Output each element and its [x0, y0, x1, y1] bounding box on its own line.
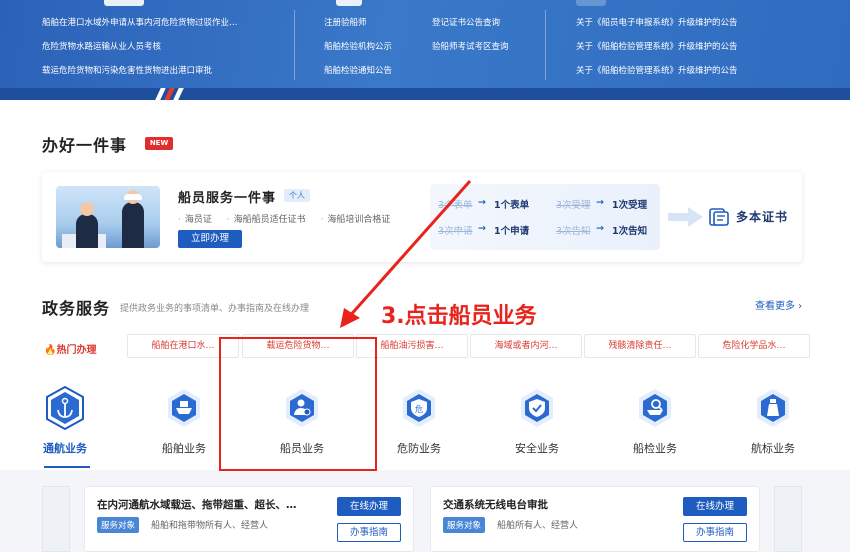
gov-service-subtitle: 提供政务业务的事项清单、办事指南及在线办理: [120, 304, 310, 314]
view-more-link[interactable]: 查看更多 ›: [755, 297, 802, 312]
online-handle-button[interactable]: 在线办理: [337, 497, 401, 516]
banner-link[interactable]: 关于《船舶检验管理系统》升级维护的公告: [576, 64, 738, 76]
banner-tab[interactable]: [576, 0, 606, 6]
certificate-item: 海员证: [178, 215, 212, 225]
certificate-icon: [709, 208, 729, 226]
personal-tag: 个人: [284, 189, 310, 202]
tab-label: 航标业务: [751, 442, 795, 455]
prev-arrow-button[interactable]: [42, 486, 70, 552]
tab-label: 船舶业务: [162, 442, 206, 455]
divider: [545, 10, 546, 80]
anchor-icon: [46, 386, 84, 430]
online-handle-button[interactable]: 在线办理: [683, 497, 747, 516]
banner-bottom-bar: [0, 88, 850, 100]
banner-link[interactable]: 关于《船员电子申报系统》升级维护的公告: [576, 16, 738, 28]
inspection-icon: [639, 389, 671, 427]
ship-icon: [168, 389, 200, 427]
big-arrow-icon: [668, 207, 703, 227]
active-tab-underline: [44, 466, 90, 468]
sailor-figure: [122, 190, 144, 248]
card-title: 船员服务一件事: [178, 191, 277, 206]
service-object: 船舶所有人、经营人: [497, 521, 579, 531]
new-step: 1次告知: [612, 226, 648, 237]
one-thing-title: 办好一件事: [42, 136, 128, 155]
banner-link[interactable]: 船舶在港口水域外申请从事内河危险货物过驳作业…: [42, 16, 238, 28]
arrow-icon: →: [478, 197, 486, 208]
banner-link[interactable]: 验船师考试考区查询: [432, 40, 509, 52]
apply-now-button[interactable]: 立即办理: [178, 230, 242, 248]
certificate-list: 海员证 海船船员适任证书 海船培训合格证: [178, 212, 402, 225]
new-step: 1个表单: [494, 200, 530, 211]
banner-link[interactable]: 登记证书公告查询: [432, 16, 500, 28]
old-step: 3个表单: [438, 200, 473, 211]
service-object-tag: 服务对象: [443, 517, 486, 533]
sailor-cap: [124, 194, 142, 200]
certificate-item: 海船培训合格证: [321, 215, 391, 225]
tab-navigation-business[interactable]: 通航业务: [20, 384, 110, 464]
process-compare: 3个表单 → 1个表单 3次申请 → 1个申请 3次受理 → 1次受理 3次告知…: [430, 184, 660, 250]
tab-label: 通航业务: [43, 442, 87, 455]
hot-item[interactable]: 残骸清除责任…: [584, 334, 696, 358]
annotation-highlight-box: [219, 337, 377, 471]
tab-hazard-prevention-business[interactable]: 危 危防业务: [374, 384, 464, 464]
tab-label: 安全业务: [515, 442, 559, 455]
lighthouse-icon: [757, 389, 789, 427]
service-title: 交通系统无线电台审批: [443, 499, 548, 511]
danger-shield-icon: 危: [403, 389, 435, 427]
banner-link[interactable]: 船舶检验通知公告: [324, 64, 392, 76]
hot-item[interactable]: 海域或者内河…: [470, 334, 582, 358]
new-step: 1次受理: [612, 200, 648, 211]
multi-certificate-label: 多本证书: [736, 210, 789, 224]
banner-link[interactable]: 关于《船舶检验管理系统》升级维护的公告: [576, 40, 738, 52]
banner-link[interactable]: 船舶检验机构公示: [324, 40, 392, 52]
next-arrow-button[interactable]: [774, 486, 802, 552]
banner-tab[interactable]: [104, 0, 144, 6]
gov-service-title: 政务服务: [42, 299, 111, 318]
tab-safety-business[interactable]: 安全业务: [492, 384, 582, 464]
old-step: 3次告知: [556, 226, 591, 237]
old-step: 3次受理: [556, 200, 591, 211]
crew-illustration: [56, 186, 160, 248]
banner-link[interactable]: 载运危险货物和污染危害性货物进出港口审批: [42, 64, 212, 76]
svg-text:危: 危: [415, 404, 423, 414]
service-card[interactable]: 在内河通航水域载运、拖带超重、超长、… 服务对象 船舶和拖带物所有人、经营人 在…: [84, 486, 414, 552]
service-title: 在内河通航水域载运、拖带超重、超长、…: [97, 499, 297, 511]
tab-ship-inspection-business[interactable]: 船检业务: [610, 384, 700, 464]
banner-tab[interactable]: [336, 0, 362, 6]
banner-link[interactable]: 注册验船师: [324, 16, 367, 28]
safety-shield-icon: [521, 389, 553, 427]
divider: [294, 10, 295, 80]
sailor-figure: [76, 202, 98, 248]
old-step: 3次申请: [438, 226, 473, 237]
new-badge: NEW: [145, 137, 173, 150]
service-object-tag: 服务对象: [97, 517, 140, 533]
new-step: 1个申请: [494, 226, 530, 237]
arrow-icon: →: [596, 197, 604, 208]
certificate-item: 海船船员适任证书: [227, 215, 306, 225]
tab-label: 危防业务: [397, 442, 441, 455]
crew-service-card[interactable]: 船员服务一件事 个人 海员证 海船船员适任证书 海船培训合格证 立即办理 3个表…: [42, 172, 802, 262]
guide-button[interactable]: 办事指南: [337, 523, 401, 542]
service-object: 船舶和拖带物所有人、经营人: [151, 521, 269, 531]
arrow-icon: →: [596, 223, 604, 234]
top-banner: 船舶在港口水域外申请从事内河危险货物过驳作业… 危险货物水路运输从业人员考核 载…: [0, 0, 850, 100]
service-card[interactable]: 交通系统无线电台审批 服务对象 船舶所有人、经营人 在线办理 办事指南: [430, 486, 760, 552]
guide-button[interactable]: 办事指南: [683, 523, 747, 542]
arrow-icon: →: [478, 223, 486, 234]
tab-ship-business[interactable]: 船舶业务: [139, 384, 229, 464]
tab-navigation-mark-business[interactable]: 航标业务: [728, 384, 818, 464]
annotation-text: 3.点击船员业务: [381, 304, 537, 329]
hot-item[interactable]: 危险化学品水…: [698, 334, 810, 358]
tab-label: 船检业务: [633, 442, 677, 455]
hot-handle-label: 🔥热门办理: [44, 345, 97, 356]
banner-link[interactable]: 危险货物水路运输从业人员考核: [42, 40, 161, 52]
